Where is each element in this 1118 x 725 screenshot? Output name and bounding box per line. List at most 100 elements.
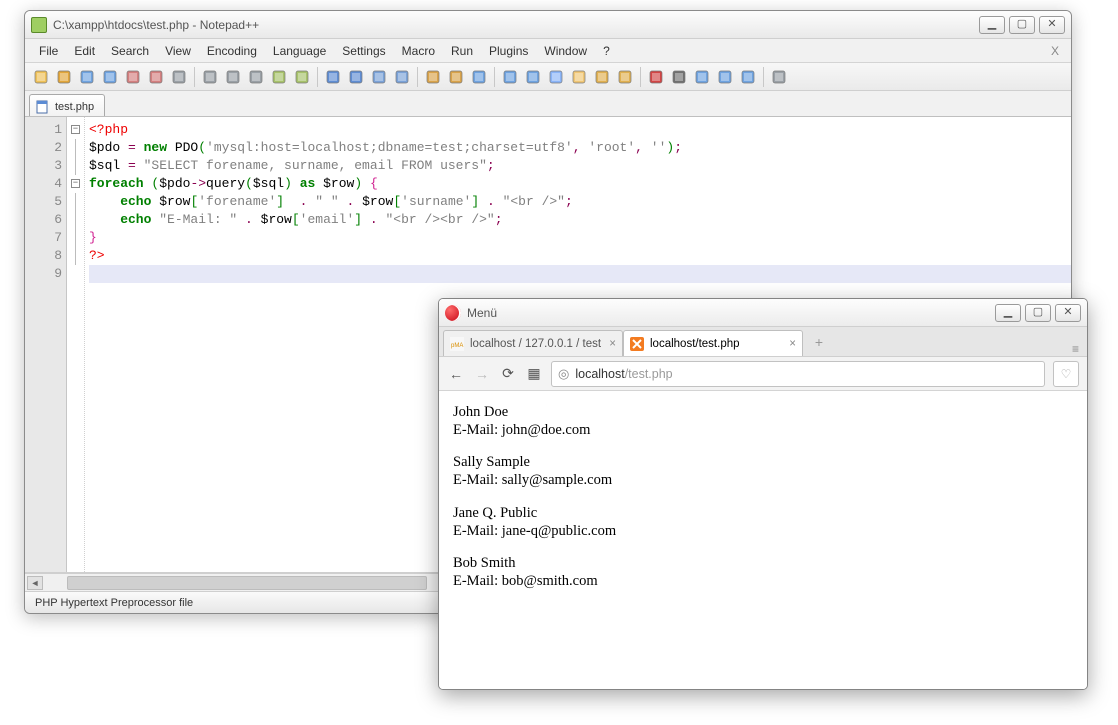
play-multi-icon[interactable] xyxy=(715,67,735,87)
func-list-icon[interactable] xyxy=(592,67,612,87)
new-tab-button[interactable]: + xyxy=(807,334,831,356)
opera-titlebar[interactable]: Menü ▁ ▢ ✕ xyxy=(439,299,1087,327)
result-email: E-Mail: john@doe.com xyxy=(453,421,1073,439)
back-button[interactable]: ← xyxy=(447,365,465,383)
code-line[interactable] xyxy=(89,265,1071,283)
result-email: E-Mail: bob@smith.com xyxy=(453,572,1073,590)
opera-minimize-button[interactable]: ▁ xyxy=(995,304,1021,322)
print-icon[interactable] xyxy=(169,67,189,87)
bookmark-button[interactable]: ♡ xyxy=(1053,361,1079,387)
scroll-left-button[interactable]: ◄ xyxy=(27,576,43,590)
result-name: Bob Smith xyxy=(453,554,1073,572)
undo-icon[interactable] xyxy=(269,67,289,87)
npp-minimize-button[interactable]: ▁ xyxy=(979,16,1005,34)
reload-button[interactable]: ⟳ xyxy=(499,365,517,383)
open-file-icon[interactable] xyxy=(54,67,74,87)
result-record: Bob SmithE-Mail: bob@smith.com xyxy=(453,554,1073,590)
npp-menu-close-x[interactable]: X xyxy=(1045,44,1065,58)
npp-maximize-button[interactable]: ▢ xyxy=(1009,16,1035,34)
forward-button[interactable]: → xyxy=(473,365,491,383)
save-all-icon[interactable] xyxy=(100,67,120,87)
scrollbar-thumb[interactable] xyxy=(67,576,427,590)
code-line[interactable]: } xyxy=(89,229,1071,247)
cut-icon[interactable] xyxy=(200,67,220,87)
wrap-icon[interactable] xyxy=(469,67,489,87)
folder-icon[interactable] xyxy=(615,67,635,87)
fold-toggle-icon[interactable]: − xyxy=(71,125,80,134)
speed-dial-button[interactable]: ▦ xyxy=(525,365,543,383)
udl-icon[interactable] xyxy=(546,67,566,87)
browser-tab-active[interactable]: localhost/test.php× xyxy=(623,330,803,356)
tabs-menu-icon[interactable]: ≡ xyxy=(1072,342,1079,356)
tab-close-icon[interactable]: × xyxy=(609,338,616,350)
save-icon[interactable] xyxy=(77,67,97,87)
line-number: 6 xyxy=(25,211,62,229)
code-line[interactable]: echo "E-Mail: " . $row['email'] . "<br /… xyxy=(89,211,1071,229)
replace-icon[interactable] xyxy=(346,67,366,87)
save-macro-icon[interactable] xyxy=(738,67,758,87)
sync-h-icon[interactable] xyxy=(446,67,466,87)
stop-icon[interactable] xyxy=(669,67,689,87)
fold-guide xyxy=(75,229,76,247)
menu-view[interactable]: View xyxy=(157,41,199,61)
npp-tabstrip: test.php xyxy=(25,91,1071,117)
menu-settings[interactable]: Settings xyxy=(334,41,393,61)
fold-toggle-icon[interactable]: − xyxy=(71,179,80,188)
url-path: /test.php xyxy=(625,367,673,381)
browser-tab[interactable]: pMAlocalhost / 127.0.0.1 / test× xyxy=(443,330,623,356)
menu-window[interactable]: Window xyxy=(536,41,595,61)
opera-menu-button[interactable]: Menü xyxy=(467,306,497,320)
whitespace-icon[interactable] xyxy=(500,67,520,87)
opera-close-button[interactable]: ✕ xyxy=(1055,304,1081,322)
menu-[interactable]: ? xyxy=(595,41,618,61)
close-file-icon[interactable] xyxy=(123,67,143,87)
menu-file[interactable]: File xyxy=(31,41,66,61)
line-number: 1 xyxy=(25,121,62,139)
monitor-icon[interactable] xyxy=(769,67,789,87)
play-icon[interactable] xyxy=(692,67,712,87)
copy-icon[interactable] xyxy=(223,67,243,87)
menu-language[interactable]: Language xyxy=(265,41,334,61)
new-file-icon[interactable] xyxy=(31,67,51,87)
site-info-icon[interactable]: ◎ xyxy=(558,366,569,382)
close-all-icon[interactable] xyxy=(146,67,166,87)
zoom-in-icon[interactable] xyxy=(369,67,389,87)
menu-macro[interactable]: Macro xyxy=(394,41,443,61)
code-line[interactable]: $sql = "SELECT forename, surname, email … xyxy=(89,157,1071,175)
result-record: Jane Q. PublicE-Mail: jane-q@public.com xyxy=(453,504,1073,540)
fold-column: −− xyxy=(67,117,85,572)
paste-icon[interactable] xyxy=(246,67,266,87)
fold-guide xyxy=(75,247,76,265)
toolbar-separator xyxy=(494,67,495,87)
url-field[interactable]: localhost/test.php xyxy=(575,367,1038,381)
indent-guide-icon[interactable] xyxy=(523,67,543,87)
menu-plugins[interactable]: Plugins xyxy=(481,41,536,61)
result-email: E-Mail: jane-q@public.com xyxy=(453,522,1073,540)
npp-close-button[interactable]: ✕ xyxy=(1039,16,1065,34)
result-name: John Doe xyxy=(453,403,1073,421)
code-line[interactable]: echo $row['forename'] . " " . $row['surn… xyxy=(89,193,1071,211)
find-icon[interactable] xyxy=(323,67,343,87)
npp-titlebar[interactable]: C:\xampp\htdocs\test.php - Notepad++ ▁ ▢… xyxy=(25,11,1071,39)
toolbar-separator xyxy=(763,67,764,87)
phpmyadmin-favicon-icon: pMA xyxy=(450,337,464,351)
fold-guide xyxy=(75,211,76,229)
record-icon[interactable] xyxy=(646,67,666,87)
url-field-wrapper[interactable]: ◎ localhost/test.php xyxy=(551,361,1045,387)
npp-tab-active[interactable]: test.php xyxy=(29,94,105,116)
sync-v-icon[interactable] xyxy=(423,67,443,87)
code-line[interactable]: <?php xyxy=(89,121,1071,139)
menu-encoding[interactable]: Encoding xyxy=(199,41,265,61)
doc-map-icon[interactable] xyxy=(569,67,589,87)
menu-run[interactable]: Run xyxy=(443,41,481,61)
opera-maximize-button[interactable]: ▢ xyxy=(1025,304,1051,322)
code-line[interactable]: foreach ($pdo->query($sql) as $row) { xyxy=(89,175,1071,193)
opera-address-bar: ← → ⟳ ▦ ◎ localhost/test.php ♡ xyxy=(439,357,1087,391)
tab-close-icon[interactable]: × xyxy=(789,338,796,350)
zoom-out-icon[interactable] xyxy=(392,67,412,87)
menu-edit[interactable]: Edit xyxy=(66,41,103,61)
code-line[interactable]: $pdo = new PDO('mysql:host=localhost;dbn… xyxy=(89,139,1071,157)
menu-search[interactable]: Search xyxy=(103,41,157,61)
redo-icon[interactable] xyxy=(292,67,312,87)
code-line[interactable]: ?> xyxy=(89,247,1071,265)
